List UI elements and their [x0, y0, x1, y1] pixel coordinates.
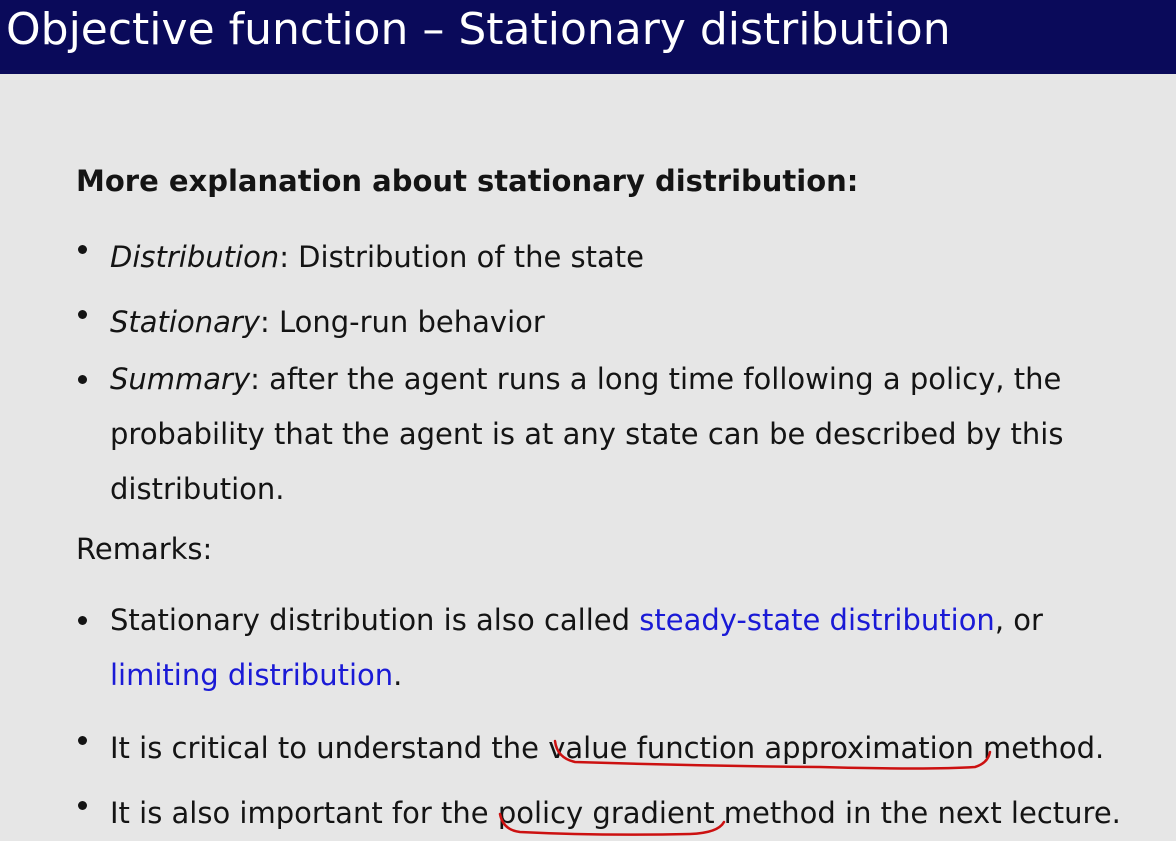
highlight-policy-gradient: policy gradient — [497, 796, 715, 830]
bullet-text: probability that the agent is at any sta… — [110, 417, 1064, 451]
bullet-content: It is critical to understand the value f… — [110, 721, 1130, 765]
bullet-content: Distribution: Distribution of the state — [110, 230, 1130, 274]
link-limiting[interactable]: limiting distribution — [110, 658, 393, 692]
bullet-content: It is also important for the policy grad… — [110, 786, 1130, 830]
bullet-text: distribution. — [110, 472, 285, 506]
bullet-dot — [78, 616, 87, 625]
remark-text: It is critical to understand the — [110, 731, 549, 765]
bullet-dot — [78, 310, 87, 319]
remark-text: , or — [994, 603, 1043, 637]
bullet-content: Stationary distribution is also called s… — [110, 593, 1130, 703]
term-summary: Summary — [110, 362, 251, 396]
bullet-dot — [78, 736, 87, 745]
term-distribution: Distribution — [110, 240, 280, 274]
remark-text: . — [393, 658, 403, 692]
bullet-text: : Long-run behavior — [259, 305, 545, 339]
bullet-dot — [78, 801, 87, 810]
bullet-content: Summary: after the agent runs a long tim… — [110, 352, 1130, 517]
bullet-dot — [78, 375, 87, 384]
link-steady-state[interactable]: steady-state distribution — [639, 603, 995, 637]
bullet-dot — [78, 245, 87, 254]
slide-title: Objective function – Stationary distribu… — [6, 4, 951, 55]
remark-text: It is also important for the — [110, 796, 498, 830]
remark-text: Stationary distribution is also called — [110, 603, 640, 637]
bullet-text: : Distribution of the state — [279, 240, 645, 274]
remarks-label: Remarks: — [76, 532, 213, 566]
remark-text: method in the next lecture. — [714, 796, 1121, 830]
bullet-text: : after the agent runs a long time follo… — [250, 362, 1062, 396]
highlight-value-function: value function approximation — [548, 731, 974, 765]
section-heading: More explanation about stationary distri… — [76, 164, 859, 198]
remark-text: method. — [973, 731, 1105, 765]
term-stationary: Stationary — [110, 305, 260, 339]
bullet-content: Stationary: Long-run behavior — [110, 295, 1130, 339]
title-bar: Objective function – Stationary distribu… — [0, 0, 1176, 74]
